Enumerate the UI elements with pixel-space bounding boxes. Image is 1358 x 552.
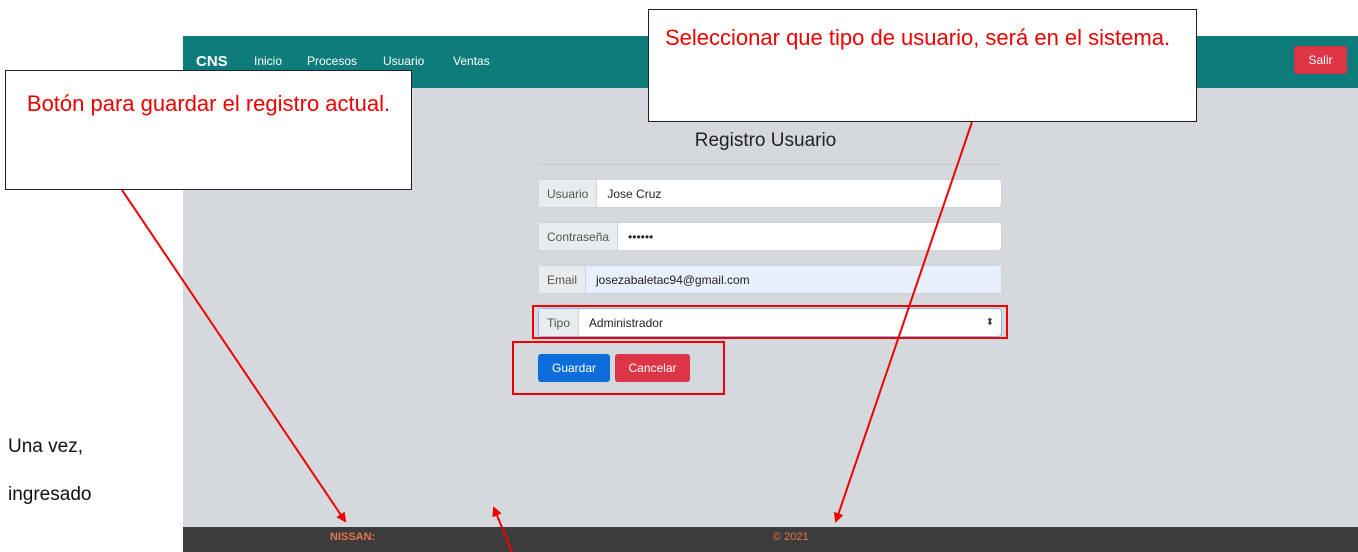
- footer-brand: NISSAN:: [330, 531, 376, 543]
- save-callout: Botón para guardar el registro actual.: [5, 70, 412, 190]
- footer-copyright: © 2021: [773, 531, 809, 543]
- buttons-highlight-box: [512, 341, 725, 395]
- email-field[interactable]: Email josezabaletac94@gmail.com: [538, 265, 1002, 294]
- logout-button[interactable]: Salir: [1294, 46, 1347, 74]
- tipo-highlight-box: [532, 305, 1008, 339]
- usuario-label: Usuario: [539, 180, 598, 207]
- usuario-field[interactable]: Usuario Jose Cruz: [538, 179, 1002, 208]
- side-text-line-1: Una vez,: [8, 436, 83, 457]
- contrasena-input[interactable]: ••••••: [618, 223, 1001, 250]
- side-text-line-2: ingresado: [8, 484, 92, 505]
- email-input[interactable]: josezabaletac94@gmail.com: [586, 266, 1001, 293]
- usuario-input[interactable]: Jose Cruz: [597, 180, 1001, 207]
- type-callout: Seleccionar que tipo de usuario, será en…: [648, 9, 1197, 122]
- nav-ventas[interactable]: Ventas: [453, 54, 490, 68]
- nav-usuario[interactable]: Usuario: [383, 54, 424, 68]
- email-label: Email: [539, 266, 587, 293]
- divider: [538, 164, 1002, 165]
- contrasena-label: Contraseña: [539, 223, 619, 250]
- contrasena-field[interactable]: Contraseña ••••••: [538, 222, 1002, 251]
- nav-inicio[interactable]: Inicio: [254, 54, 282, 68]
- footer: NISSAN: © 2021: [183, 527, 1358, 552]
- page-title: Registro Usuario: [694, 130, 837, 151]
- nav-procesos[interactable]: Procesos: [307, 54, 357, 68]
- brand-logo[interactable]: CNS: [196, 53, 228, 70]
